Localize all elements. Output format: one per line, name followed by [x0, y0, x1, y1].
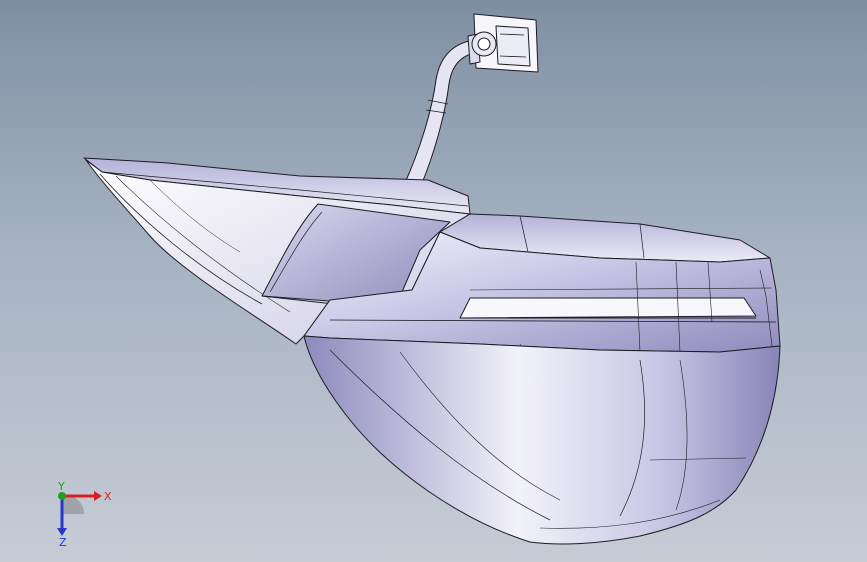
x-axis-label: X: [104, 490, 112, 503]
3d-viewport[interactable]: X Y Z: [0, 0, 867, 562]
x-axis-head: [94, 491, 102, 501]
y-axis-dot: [58, 492, 66, 500]
z-axis-label: Z: [59, 536, 67, 548]
3d-model-tail-lamp[interactable]: [0, 0, 867, 562]
z-axis-head: [57, 528, 67, 536]
connector-plug: [467, 13, 539, 73]
connector-cable: [403, 39, 479, 189]
coordinate-triad: X Y Z: [57, 480, 112, 548]
y-axis-label: Y: [57, 480, 65, 493]
